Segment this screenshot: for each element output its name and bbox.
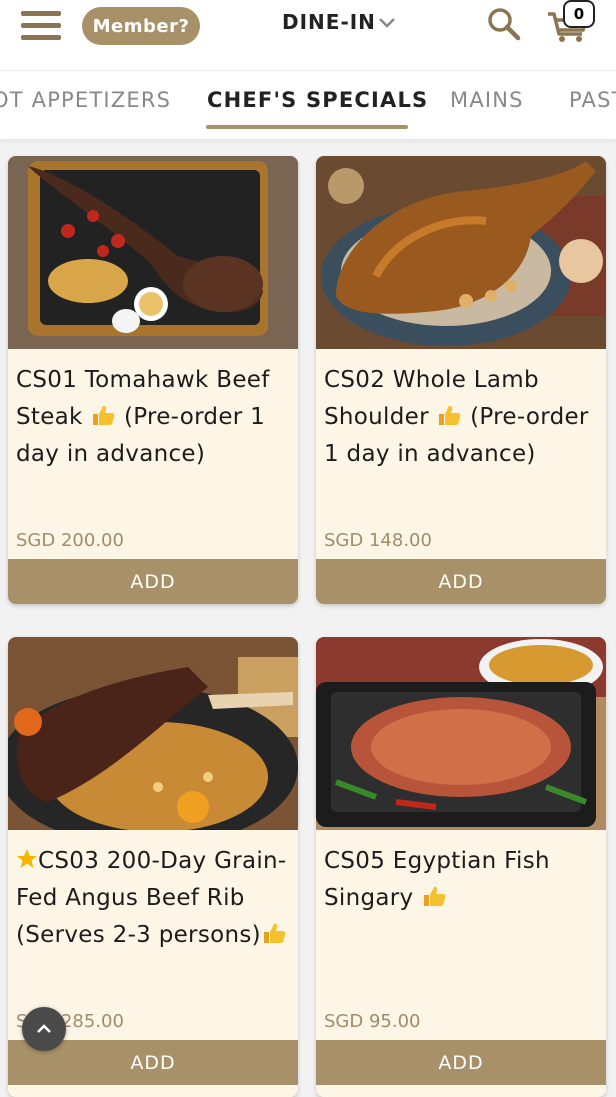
menu-item-card[interactable]: CS05 Egyptian Fish Singary SGD 95.00 ADD [316,637,606,1097]
item-title: CS05 Egyptian Fish Singary [324,843,596,917]
item-price: SGD 148.00 [324,530,432,551]
item-title: CS03 200-Day Grain-Fed Angus Beef Rib (S… [16,843,288,954]
add-button[interactable]: ADD [316,1040,606,1085]
thumbs-up-icon [421,883,447,907]
tab-hot-appetizers[interactable]: OT APPETIZERS [0,88,171,112]
dine-in-selector[interactable]: DINE-IN [282,10,396,34]
add-button[interactable]: ADD [8,559,298,604]
beef-rib-photo [8,637,298,830]
tab-chefs-specials[interactable]: CHEF'S SPECIALS [207,88,428,112]
item-title: CS02 Whole Lamb Shoulder (Pre-order 1 da… [324,362,596,473]
tab-mains[interactable]: MAINS [450,88,524,112]
menu-item-card[interactable]: CS01 Tomahawk Beef Steak (Pre-order 1 da… [8,156,298,604]
cart-count-badge: 0 [563,0,595,28]
tomahawk-steak-photo [8,156,298,349]
thumbs-up-icon [261,920,287,944]
chevron-down-icon [378,10,396,34]
fish-singary-photo [316,637,606,830]
add-button[interactable]: ADD [316,559,606,604]
dine-in-label: DINE-IN [282,10,376,34]
thumbs-up-icon [436,402,462,426]
member-button[interactable]: Member? [82,7,200,45]
top-bar: Member? DINE-IN 0 [0,0,616,71]
item-price: SGD 95.00 [324,1011,421,1032]
menu-icon[interactable] [21,11,61,41]
item-price: SGD 200.00 [16,530,124,551]
menu-item-card[interactable]: CS02 Whole Lamb Shoulder (Pre-order 1 da… [316,156,606,604]
item-name: CS03 200-Day Grain-Fed Angus Beef Rib (S… [16,848,287,948]
star-icon [16,845,38,868]
scroll-to-top-button[interactable] [22,1007,66,1051]
chevron-up-icon [35,1020,53,1039]
lamb-shoulder-photo [316,156,606,349]
tab-pasta[interactable]: PAST [569,88,616,112]
thumbs-up-icon [90,402,116,426]
item-title: CS01 Tomahawk Beef Steak (Pre-order 1 da… [16,362,288,473]
active-tab-indicator [206,125,408,129]
search-icon[interactable] [486,6,522,42]
